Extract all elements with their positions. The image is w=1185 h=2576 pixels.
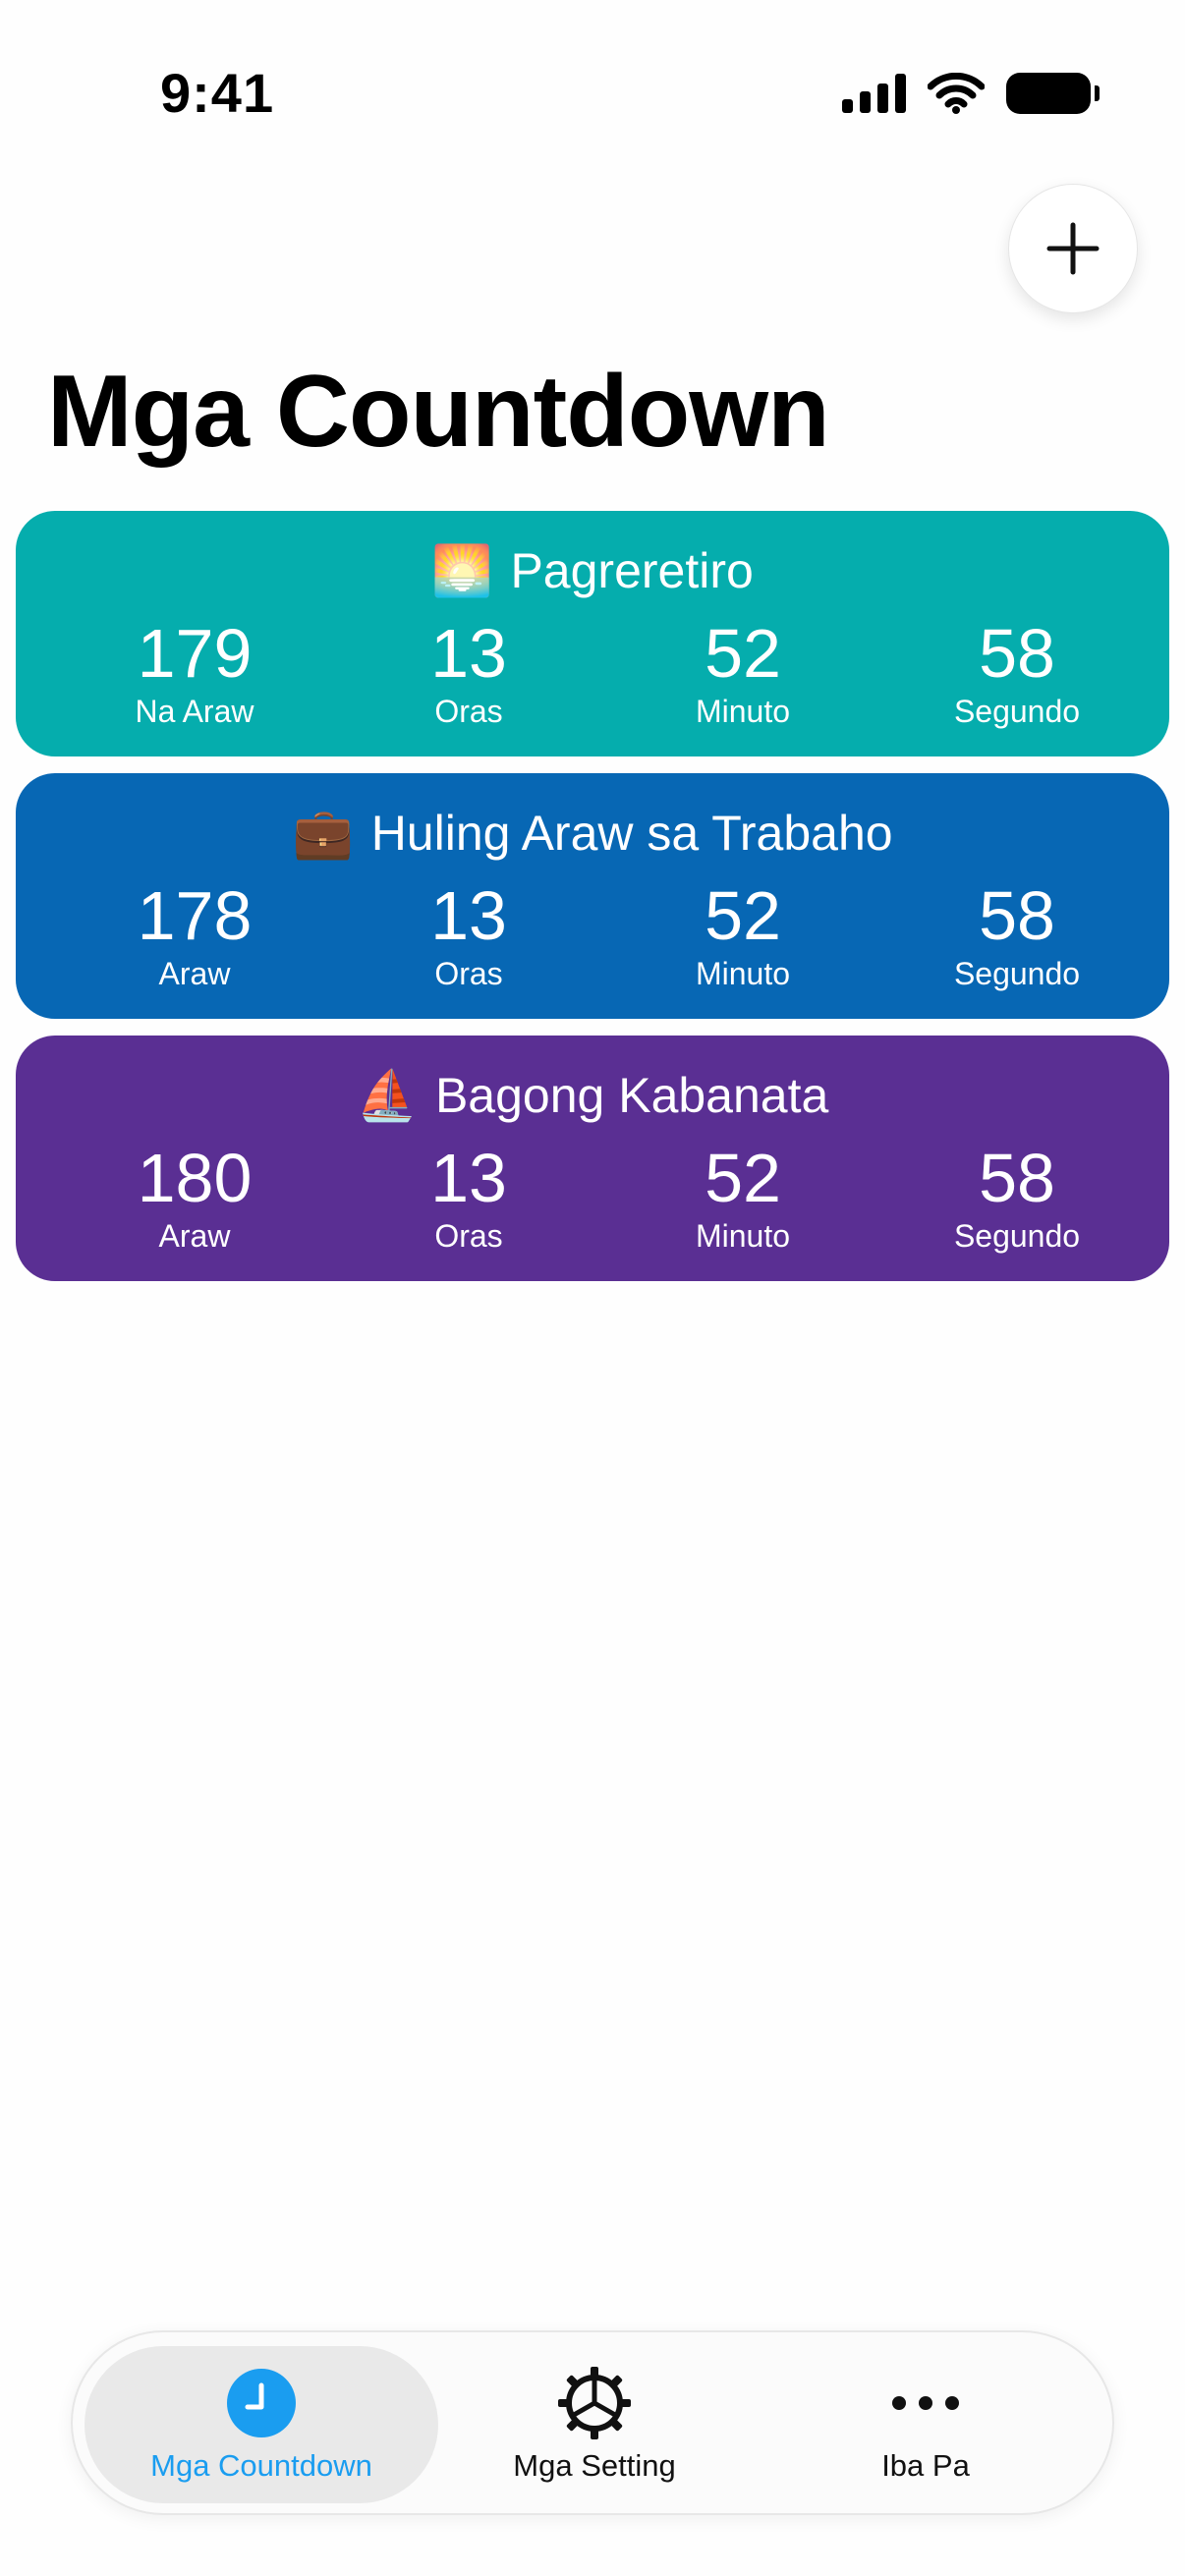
unit-value: 52 bbox=[705, 615, 781, 692]
unit-value: 13 bbox=[430, 1140, 507, 1216]
ellipsis-icon bbox=[892, 2396, 959, 2410]
unit-seconds: 58 Segundo bbox=[879, 881, 1155, 992]
status-icons bbox=[842, 69, 1100, 118]
unit-minutes: 52 Minuto bbox=[605, 1144, 880, 1255]
card-header: 💼 Huling Araw sa Trabaho bbox=[16, 805, 1169, 862]
unit-label: Segundo bbox=[953, 694, 1081, 729]
tab-label: Mga Countdown bbox=[150, 2448, 372, 2483]
page-title: Mga Countdown bbox=[47, 355, 830, 469]
briefcase-emoji-icon: 💼 bbox=[292, 805, 354, 862]
clock-icon bbox=[227, 2369, 296, 2437]
unit-label: Oras bbox=[434, 1218, 503, 1254]
unit-value: 13 bbox=[430, 615, 507, 692]
unit-value: 13 bbox=[430, 877, 507, 954]
unit-minutes: 52 Minuto bbox=[605, 881, 880, 992]
unit-label: Segundo bbox=[953, 1218, 1081, 1254]
status-bar: 9:41 bbox=[0, 0, 1185, 187]
unit-label: Oras bbox=[434, 956, 503, 991]
tab-settings[interactable]: Mga Setting bbox=[418, 2346, 771, 2503]
add-countdown-button[interactable] bbox=[1008, 184, 1138, 313]
unit-value: 178 bbox=[137, 877, 253, 954]
card-header: 🌅 Pagreretiro bbox=[16, 542, 1169, 599]
card-header: ⛵ Bagong Kabanata bbox=[16, 1067, 1169, 1124]
cellular-signal-icon bbox=[842, 74, 906, 113]
unit-days: 180 Araw bbox=[57, 1144, 332, 1255]
card-title: Huling Araw sa Trabaho bbox=[370, 806, 893, 861]
unit-label: Segundo bbox=[953, 956, 1081, 991]
unit-label: Minuto bbox=[695, 956, 791, 991]
gear-icon bbox=[558, 2367, 631, 2439]
unit-days: 178 Araw bbox=[57, 881, 332, 992]
unit-value: 52 bbox=[705, 1140, 781, 1216]
card-title: Bagong Kabanata bbox=[434, 1068, 829, 1123]
unit-value: 58 bbox=[979, 1140, 1055, 1216]
unit-label: Araw bbox=[158, 956, 231, 991]
countdown-card-bagong-kabanata[interactable]: ⛵ Bagong Kabanata 180 Araw 13 Oras 52 Mi… bbox=[16, 1036, 1169, 1281]
tab-more[interactable]: Iba Pa bbox=[749, 2346, 1102, 2503]
unit-value: 180 bbox=[137, 1140, 253, 1216]
unit-minutes: 52 Minuto bbox=[605, 619, 880, 730]
sailboat-emoji-icon: ⛵ bbox=[356, 1067, 418, 1124]
countdown-screen: 9:41 Mga Countdown 🌅 Pagreretiro 179 Na … bbox=[0, 0, 1185, 2576]
sunrise-emoji-icon: 🌅 bbox=[431, 542, 493, 599]
tab-countdowns[interactable]: Mga Countdown bbox=[85, 2346, 438, 2503]
countdown-card-huling-araw[interactable]: 💼 Huling Araw sa Trabaho 178 Araw 13 Ora… bbox=[16, 773, 1169, 1019]
unit-value: 179 bbox=[137, 615, 253, 692]
unit-hours: 13 Oras bbox=[331, 619, 606, 730]
unit-seconds: 58 Segundo bbox=[879, 619, 1155, 730]
unit-label: Araw bbox=[158, 1218, 231, 1254]
unit-value: 58 bbox=[979, 615, 1055, 692]
tab-label: Mga Setting bbox=[513, 2448, 676, 2483]
battery-icon bbox=[1006, 73, 1100, 114]
unit-label: Oras bbox=[434, 694, 503, 729]
tab-bar: Mga Countdown Mga Setting Iba Pa bbox=[71, 2330, 1114, 2515]
wifi-icon bbox=[928, 73, 985, 114]
countdown-card-pagreretiro[interactable]: 🌅 Pagreretiro 179 Na Araw 13 Oras 52 Min… bbox=[16, 511, 1169, 756]
unit-seconds: 58 Segundo bbox=[879, 1144, 1155, 1255]
status-time: 9:41 bbox=[160, 62, 275, 124]
unit-hours: 13 Oras bbox=[331, 1144, 606, 1255]
unit-label: Na Araw bbox=[135, 694, 254, 729]
card-title: Pagreretiro bbox=[510, 543, 754, 598]
unit-label: Minuto bbox=[695, 694, 791, 729]
tab-label: Iba Pa bbox=[881, 2448, 970, 2483]
plus-icon bbox=[1046, 222, 1100, 275]
unit-value: 58 bbox=[979, 877, 1055, 954]
unit-label: Minuto bbox=[695, 1218, 791, 1254]
unit-hours: 13 Oras bbox=[331, 881, 606, 992]
unit-days: 179 Na Araw bbox=[57, 619, 332, 730]
unit-value: 52 bbox=[705, 877, 781, 954]
